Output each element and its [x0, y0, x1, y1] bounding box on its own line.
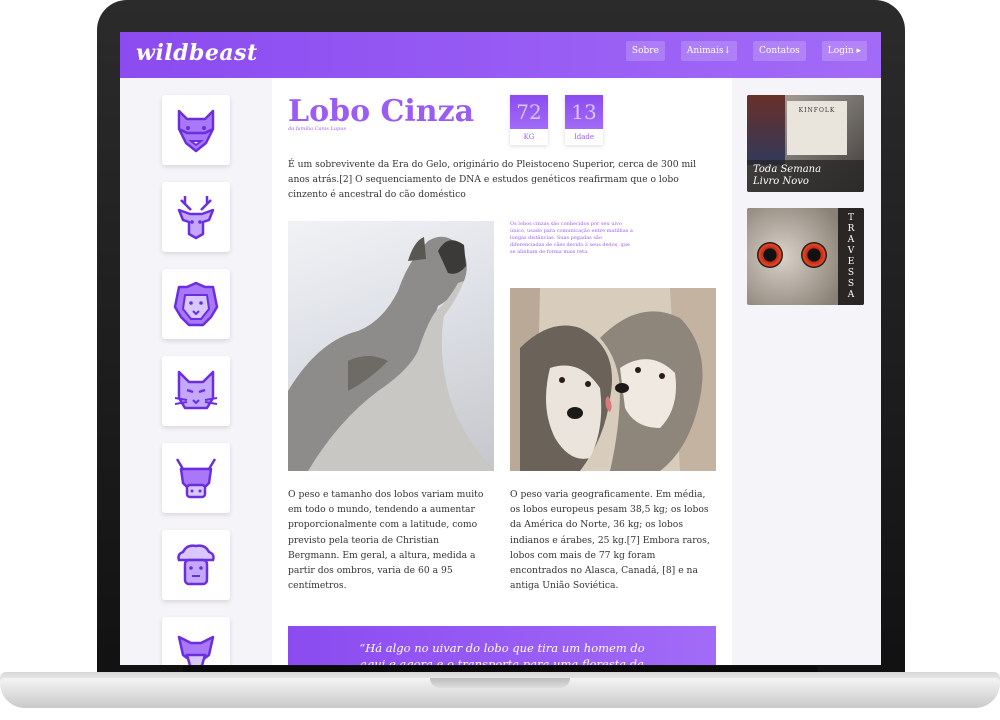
animal-sidebar	[120, 78, 272, 665]
sidebar-item-bull[interactable]	[162, 443, 230, 513]
laptop-base	[0, 664, 1000, 720]
ads-sidebar: KINFOLK Toda Semana Livro Novo T R A V E…	[732, 78, 881, 665]
ad-travessa-label: T R A V E S S A	[838, 208, 864, 305]
nav-animais[interactable]: Animais↓	[680, 41, 738, 61]
sidebar-item-lion[interactable]	[162, 269, 230, 339]
site-logo[interactable]: wildbeast	[136, 40, 258, 66]
pull-quote: “Há algo no uivar do lobo que tira um ho…	[288, 626, 716, 665]
sidebar-item-sheep[interactable]	[162, 530, 230, 600]
body-paragraph-2: O peso varia geograficamente. Em média, …	[510, 489, 710, 592]
ad-letter: R	[847, 223, 855, 234]
sidebar-item-cat[interactable]	[162, 356, 230, 426]
nav-sobre[interactable]: Sobre	[625, 41, 665, 61]
two-wolves-illustration	[510, 288, 716, 471]
ad-letter: V	[847, 245, 855, 256]
page-subtitle: da família Canis Lupus	[288, 126, 347, 132]
bull-icon	[175, 458, 217, 499]
ad-letter: T	[847, 212, 854, 223]
ad-kinfolk-arm	[747, 95, 785, 165]
photo-caption: Os lobos cinzas são conhecidos por seu u…	[510, 221, 633, 255]
ad-letter: S	[847, 267, 855, 278]
site-header: wildbeast Sobre Animais↓ Contatos Login …	[120, 32, 881, 78]
ad-kinfolk-caption: Toda Semana Livro Novo	[747, 160, 864, 192]
howling-wolf-photo	[288, 221, 494, 471]
dog-icon	[177, 635, 215, 665]
stat-age-value: 13	[565, 95, 603, 129]
two-wolves-photo	[510, 288, 716, 471]
body-paragraph-1: O peso e tamanho dos lobos variam muito …	[288, 489, 484, 592]
page-title: Lobo Cinza	[288, 94, 475, 129]
nav-login[interactable]: Login ▸	[821, 41, 867, 61]
ad-travessa[interactable]: T R A V E S S A	[747, 208, 864, 305]
sidebar-item-wolf[interactable]	[162, 95, 230, 165]
stat-weight-unit: KG	[523, 133, 535, 141]
stat-weight-value: 72	[510, 95, 548, 129]
wolf-icon	[177, 109, 215, 153]
ad-letter: S	[847, 278, 855, 289]
howling-wolf-illustration	[288, 236, 494, 471]
article: Lobo Cinza da família Canis Lupus 72 KG …	[272, 78, 732, 665]
ad-letter: A	[847, 289, 855, 300]
intro-paragraph: É um sobrevivente da Era do Gelo, origin…	[288, 159, 697, 200]
laptop-notch	[430, 678, 570, 688]
lion-icon	[173, 281, 219, 327]
nav-contatos[interactable]: Contatos	[753, 41, 806, 61]
ad-kinfolk-caption-line2: Livro Novo	[753, 176, 809, 187]
cat-icon	[174, 370, 218, 410]
ad-kinfolk[interactable]: KINFOLK Toda Semana Livro Novo	[747, 95, 864, 192]
laptop-screen: wildbeast Sobre Animais↓ Contatos Login …	[120, 32, 881, 665]
owl-eye-left	[757, 242, 783, 268]
ad-kinfolk-brand: KINFOLK	[798, 107, 836, 114]
ad-kinfolk-caption-line1: Toda Semana	[753, 164, 822, 175]
stat-age-unit: Idade	[573, 133, 595, 141]
ad-letter: E	[847, 256, 855, 267]
stat-age: 13 Idade	[565, 95, 603, 145]
main-nav: Sobre Animais↓ Contatos Login ▸	[625, 41, 867, 61]
deer-icon	[177, 196, 215, 240]
sheep-icon	[177, 544, 215, 586]
ad-letter: A	[847, 234, 855, 245]
stat-weight: 72 KG	[510, 95, 548, 145]
sidebar-item-deer[interactable]	[162, 182, 230, 252]
owl-eye-right	[801, 242, 827, 268]
sidebar-item-dog[interactable]	[162, 617, 230, 665]
